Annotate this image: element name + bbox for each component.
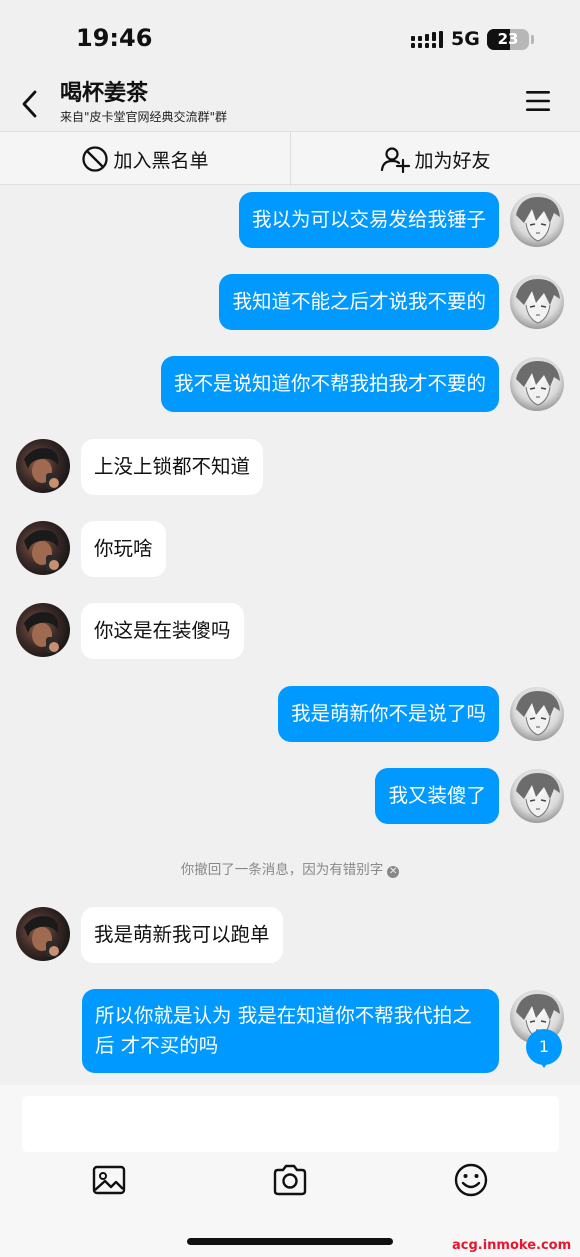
close-icon[interactable]: ✕ [387, 866, 400, 878]
block-icon [82, 146, 109, 172]
stranger-action-bar: 加入黑名单 加为好友 [0, 131, 580, 186]
unread-badge-tail [537, 1058, 551, 1068]
chat-title[interactable]: 喝杯姜茶 [60, 75, 148, 107]
menu-icon[interactable] [523, 88, 553, 114]
message-bubble-out[interactable]: 我知道不能之后才说我不要的 [219, 274, 499, 330]
self-avatar[interactable] [510, 769, 564, 823]
chat-subtitle: 来自"皮卡堂官网经典交流群"群 [60, 110, 228, 124]
signal-icon [411, 31, 443, 48]
battery-icon: 23 [487, 29, 529, 50]
input-area [0, 1085, 580, 1257]
recall-notice: 你撤回了一条消息，因为有错别字 ✕ [0, 858, 580, 878]
recall-notice-text: 你撤回了一条消息，因为有错别字 [180, 862, 384, 878]
home-indicator[interactable] [187, 1238, 393, 1245]
battery-level: 23 [497, 30, 519, 48]
camera-icon[interactable] [270, 1160, 310, 1200]
network-type: 5G [451, 28, 480, 50]
message-bubble-in[interactable]: 你玩啥 [81, 521, 166, 577]
status-bar: 19:46 5G 23 [0, 0, 580, 72]
contact-avatar[interactable] [16, 907, 70, 961]
message-bubble-in[interactable]: 上没上锁都不知道 [81, 439, 264, 495]
self-avatar[interactable] [510, 193, 564, 247]
add-user-icon [381, 147, 411, 173]
message-bubble-out[interactable]: 我以为可以交易发给我锤子 [238, 192, 499, 248]
watermark: acg.inmoke.com [452, 1238, 572, 1253]
battery-tip [531, 35, 534, 44]
message-bubble-out[interactable]: 我不是说知道你不帮我拍我才不要的 [160, 356, 499, 412]
blacklist-button[interactable]: 加入黑名单 [0, 132, 290, 186]
image-icon[interactable] [89, 1160, 129, 1200]
blacklist-label: 加入黑名单 [113, 149, 209, 172]
message-bubble-out[interactable]: 我是萌新你不是说了吗 [277, 686, 499, 742]
message-bubble-out[interactable]: 所以你就是认为 我是在知道你不帮我代拍之后 才不买的吗 [82, 989, 499, 1073]
message-bubble-in[interactable]: 你这是在装傻吗 [81, 603, 244, 659]
contact-avatar[interactable] [16, 603, 70, 657]
self-avatar[interactable] [510, 357, 564, 411]
back-arrow-icon[interactable] [14, 87, 48, 121]
chat-header: 喝杯姜茶 来自"皮卡堂官网经典交流群"群 [0, 72, 580, 130]
contact-avatar[interactable] [16, 521, 70, 575]
add-friend-button[interactable]: 加为好友 [291, 132, 580, 186]
message-input[interactable] [22, 1096, 559, 1152]
emoji-icon[interactable] [451, 1160, 491, 1200]
status-time: 19:46 [76, 24, 153, 52]
self-avatar[interactable] [510, 687, 564, 741]
contact-avatar[interactable] [16, 439, 70, 493]
self-avatar[interactable] [510, 275, 564, 329]
message-bubble-in[interactable]: 我是萌新我可以跑单 [81, 907, 283, 963]
add-friend-label: 加为好友 [414, 149, 491, 172]
message-bubble-out[interactable]: 我又装傻了 [375, 768, 499, 824]
